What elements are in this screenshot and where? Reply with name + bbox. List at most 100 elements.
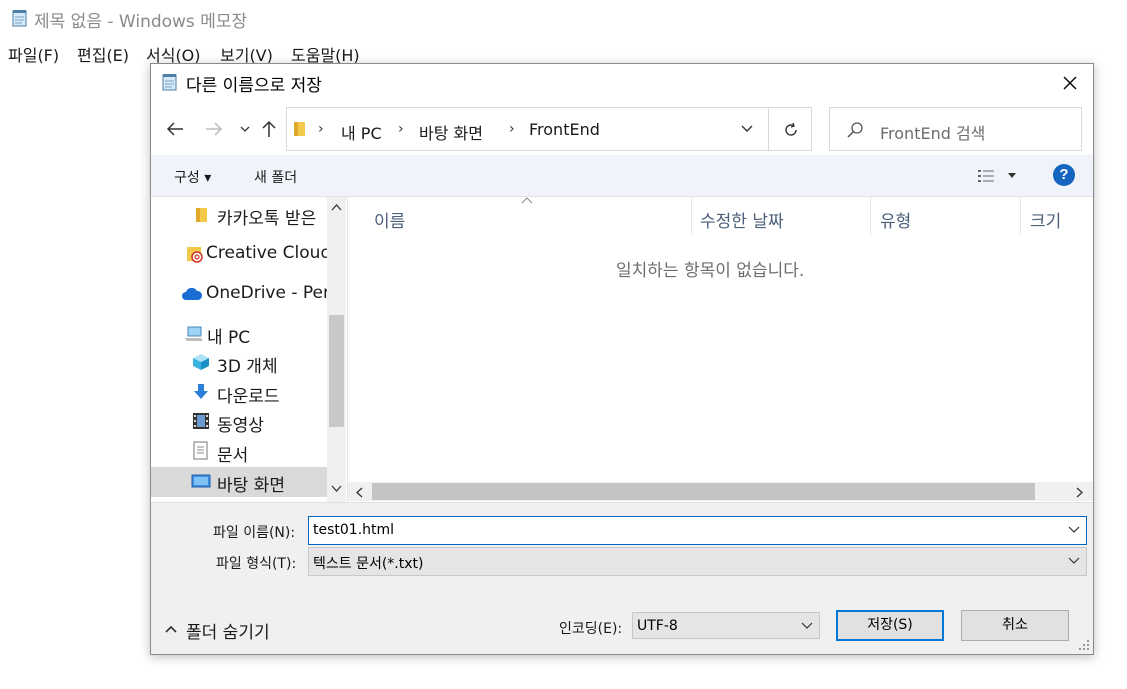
3d-objects-icon <box>193 354 209 370</box>
breadcrumb-desktop[interactable]: 바탕 화면 <box>419 120 483 144</box>
folder-icon <box>196 208 207 222</box>
nav-item-label: Creative Cloud <box>206 243 332 263</box>
save-as-dialog: 다른 이름으로 저장 › 내 PC › 바탕 화면 › FrontEnd Fro… <box>150 63 1094 655</box>
cancel-button[interactable]: 취소 <box>961 610 1069 641</box>
chevron-down-icon[interactable] <box>1068 557 1080 565</box>
refresh-button[interactable] <box>769 107 812 151</box>
nav-item-desktop[interactable]: 바탕 화면 <box>151 467 327 497</box>
recent-locations-chevron-icon[interactable] <box>238 118 252 140</box>
hide-folders-label: 폴더 숨기기 <box>186 623 270 643</box>
nav-item-this-pc[interactable]: 내 PC <box>151 319 327 349</box>
chevron-left-icon[interactable] <box>355 487 363 498</box>
search-placeholder: FrontEnd 검색 <box>880 124 986 143</box>
view-options-icon[interactable] <box>977 168 997 184</box>
filename-value: test01.html <box>313 522 395 538</box>
organize-button[interactable]: 구성 ▾ <box>174 167 211 187</box>
nav-item-label: 동영상 <box>217 416 264 436</box>
notepad-title: 제목 없음 - Windows 메모장 <box>34 12 248 32</box>
dialog-titlebar: 다른 이름으로 저장 <box>151 64 1093 102</box>
encoding-label: 인코딩(E): <box>559 621 623 637</box>
nav-item-label: 3D 개체 <box>217 357 278 377</box>
nav-item-label: 바탕 화면 <box>217 476 285 496</box>
folder-icon <box>294 122 305 136</box>
nav-item-label: 다운로드 <box>217 387 280 407</box>
chevron-down-icon[interactable] <box>801 622 813 630</box>
empty-message: 일치하는 항목이 없습니다. <box>616 261 805 281</box>
document-icon <box>193 441 208 460</box>
close-button[interactable] <box>1047 64 1093 102</box>
forward-arrow-icon[interactable] <box>204 118 224 140</box>
chevron-up-icon[interactable] <box>331 203 342 211</box>
column-separator[interactable] <box>1020 197 1021 235</box>
nav-item-documents[interactable]: 문서 <box>151 437 327 467</box>
navigation-scrollbar[interactable] <box>327 197 346 502</box>
hide-folders-toggle[interactable]: 폴더 숨기기 <box>165 617 325 643</box>
onedrive-icon <box>182 287 203 300</box>
dialog-title: 다른 이름으로 저장 <box>186 76 322 96</box>
nav-item-label: OneDrive - Per <box>206 283 330 303</box>
nav-item-downloads[interactable]: 다운로드 <box>151 378 327 408</box>
nav-item-3d-objects[interactable]: 3D 개체 <box>151 348 327 378</box>
column-header-name[interactable]: 이름 <box>374 207 405 232</box>
filename-label: 파일 이름(N): <box>213 525 296 541</box>
nav-item-label: 문서 <box>217 446 249 466</box>
computer-icon <box>185 326 203 341</box>
chevron-right-icon[interactable]: › <box>398 121 404 137</box>
refresh-icon <box>785 122 797 136</box>
chevron-right-icon[interactable] <box>1076 487 1084 498</box>
resize-grip-icon[interactable] <box>1079 640 1090 651</box>
up-arrow-icon[interactable] <box>260 118 278 140</box>
chevron-right-icon[interactable]: › <box>318 121 324 137</box>
creative-cloud-icon <box>187 247 203 263</box>
help-button[interactable]: ? <box>1053 164 1075 186</box>
column-header-type[interactable]: 유형 <box>880 207 911 232</box>
chevron-up-icon <box>165 625 177 633</box>
nav-item-videos[interactable]: 동영상 <box>151 407 327 437</box>
column-separator[interactable] <box>691 197 692 235</box>
film-icon <box>193 413 209 429</box>
filetype-label: 파일 형식(T): <box>216 556 297 572</box>
filetype-select[interactable]: 텍스트 문서(*.txt) <box>308 547 1087 576</box>
notepad-icon <box>162 74 177 91</box>
column-header-size[interactable]: 크기 <box>1030 207 1061 232</box>
notepad-icon <box>12 10 27 27</box>
menu-file[interactable]: 파일(F) <box>8 42 59 66</box>
file-list[interactable]: 이름 수정한 날짜 유형 크기 일치하는 항목이 없습니다. <box>348 197 1093 502</box>
menu-edit[interactable]: 편집(E) <box>77 42 129 66</box>
nav-item-onedrive[interactable]: OneDrive - Per <box>151 279 330 309</box>
close-icon <box>1063 76 1077 90</box>
breadcrumb-frontend[interactable]: FrontEnd <box>529 120 600 139</box>
nav-item-label: 내 PC <box>207 328 251 348</box>
chevron-down-icon[interactable] <box>1068 526 1080 534</box>
column-separator[interactable] <box>870 197 871 235</box>
chevron-down-icon[interactable] <box>740 124 754 134</box>
back-arrow-icon[interactable] <box>165 118 185 140</box>
search-icon <box>847 122 863 138</box>
file-list-hscrollbar[interactable] <box>348 482 1093 501</box>
column-header-date-modified[interactable]: 수정한 날짜 <box>700 207 784 232</box>
nav-item-creative-cloud[interactable]: Creative Cloud <box>151 239 331 269</box>
address-bar[interactable]: › 내 PC › 바탕 화면 › FrontEnd <box>286 107 769 151</box>
chevron-right-icon[interactable]: › <box>509 121 515 137</box>
command-bar: 구성 ▾ 새 폴더 ? <box>151 155 1093 197</box>
scrollbar-thumb[interactable] <box>329 315 344 427</box>
nav-item-label: 카카오톡 받은 <box>217 209 317 229</box>
scrollbar-thumb[interactable] <box>372 483 1035 500</box>
view-dropdown-icon[interactable] <box>1007 172 1017 180</box>
navigation-pane: 카카오톡 받은 Creative Cloud OneDrive - Per 내 … <box>151 197 347 502</box>
notepad-titlebar: 제목 없음 - Windows 메모장 <box>0 0 1127 38</box>
encoding-value: UTF-8 <box>637 618 678 634</box>
new-folder-button[interactable]: 새 폴더 <box>254 167 297 187</box>
nav-item-kakaotalk[interactable]: 카카오톡 받은 <box>151 200 327 230</box>
filetype-value: 텍스트 문서(*.txt) <box>313 556 424 572</box>
save-options-panel: 파일 이름(N): test01.html 파일 형식(T): 텍스트 문서(*… <box>151 502 1093 654</box>
chevron-down-icon[interactable] <box>331 485 342 493</box>
encoding-select[interactable]: UTF-8 <box>632 612 820 639</box>
desktop-icon <box>191 474 211 488</box>
search-box[interactable]: FrontEnd 검색 <box>829 107 1082 151</box>
breadcrumb-this-pc[interactable]: 내 PC <box>341 120 382 144</box>
download-arrow-icon <box>194 384 208 399</box>
save-button[interactable]: 저장(S) <box>836 610 944 641</box>
filename-input[interactable]: test01.html <box>308 516 1087 545</box>
sort-indicator-icon <box>521 197 533 204</box>
